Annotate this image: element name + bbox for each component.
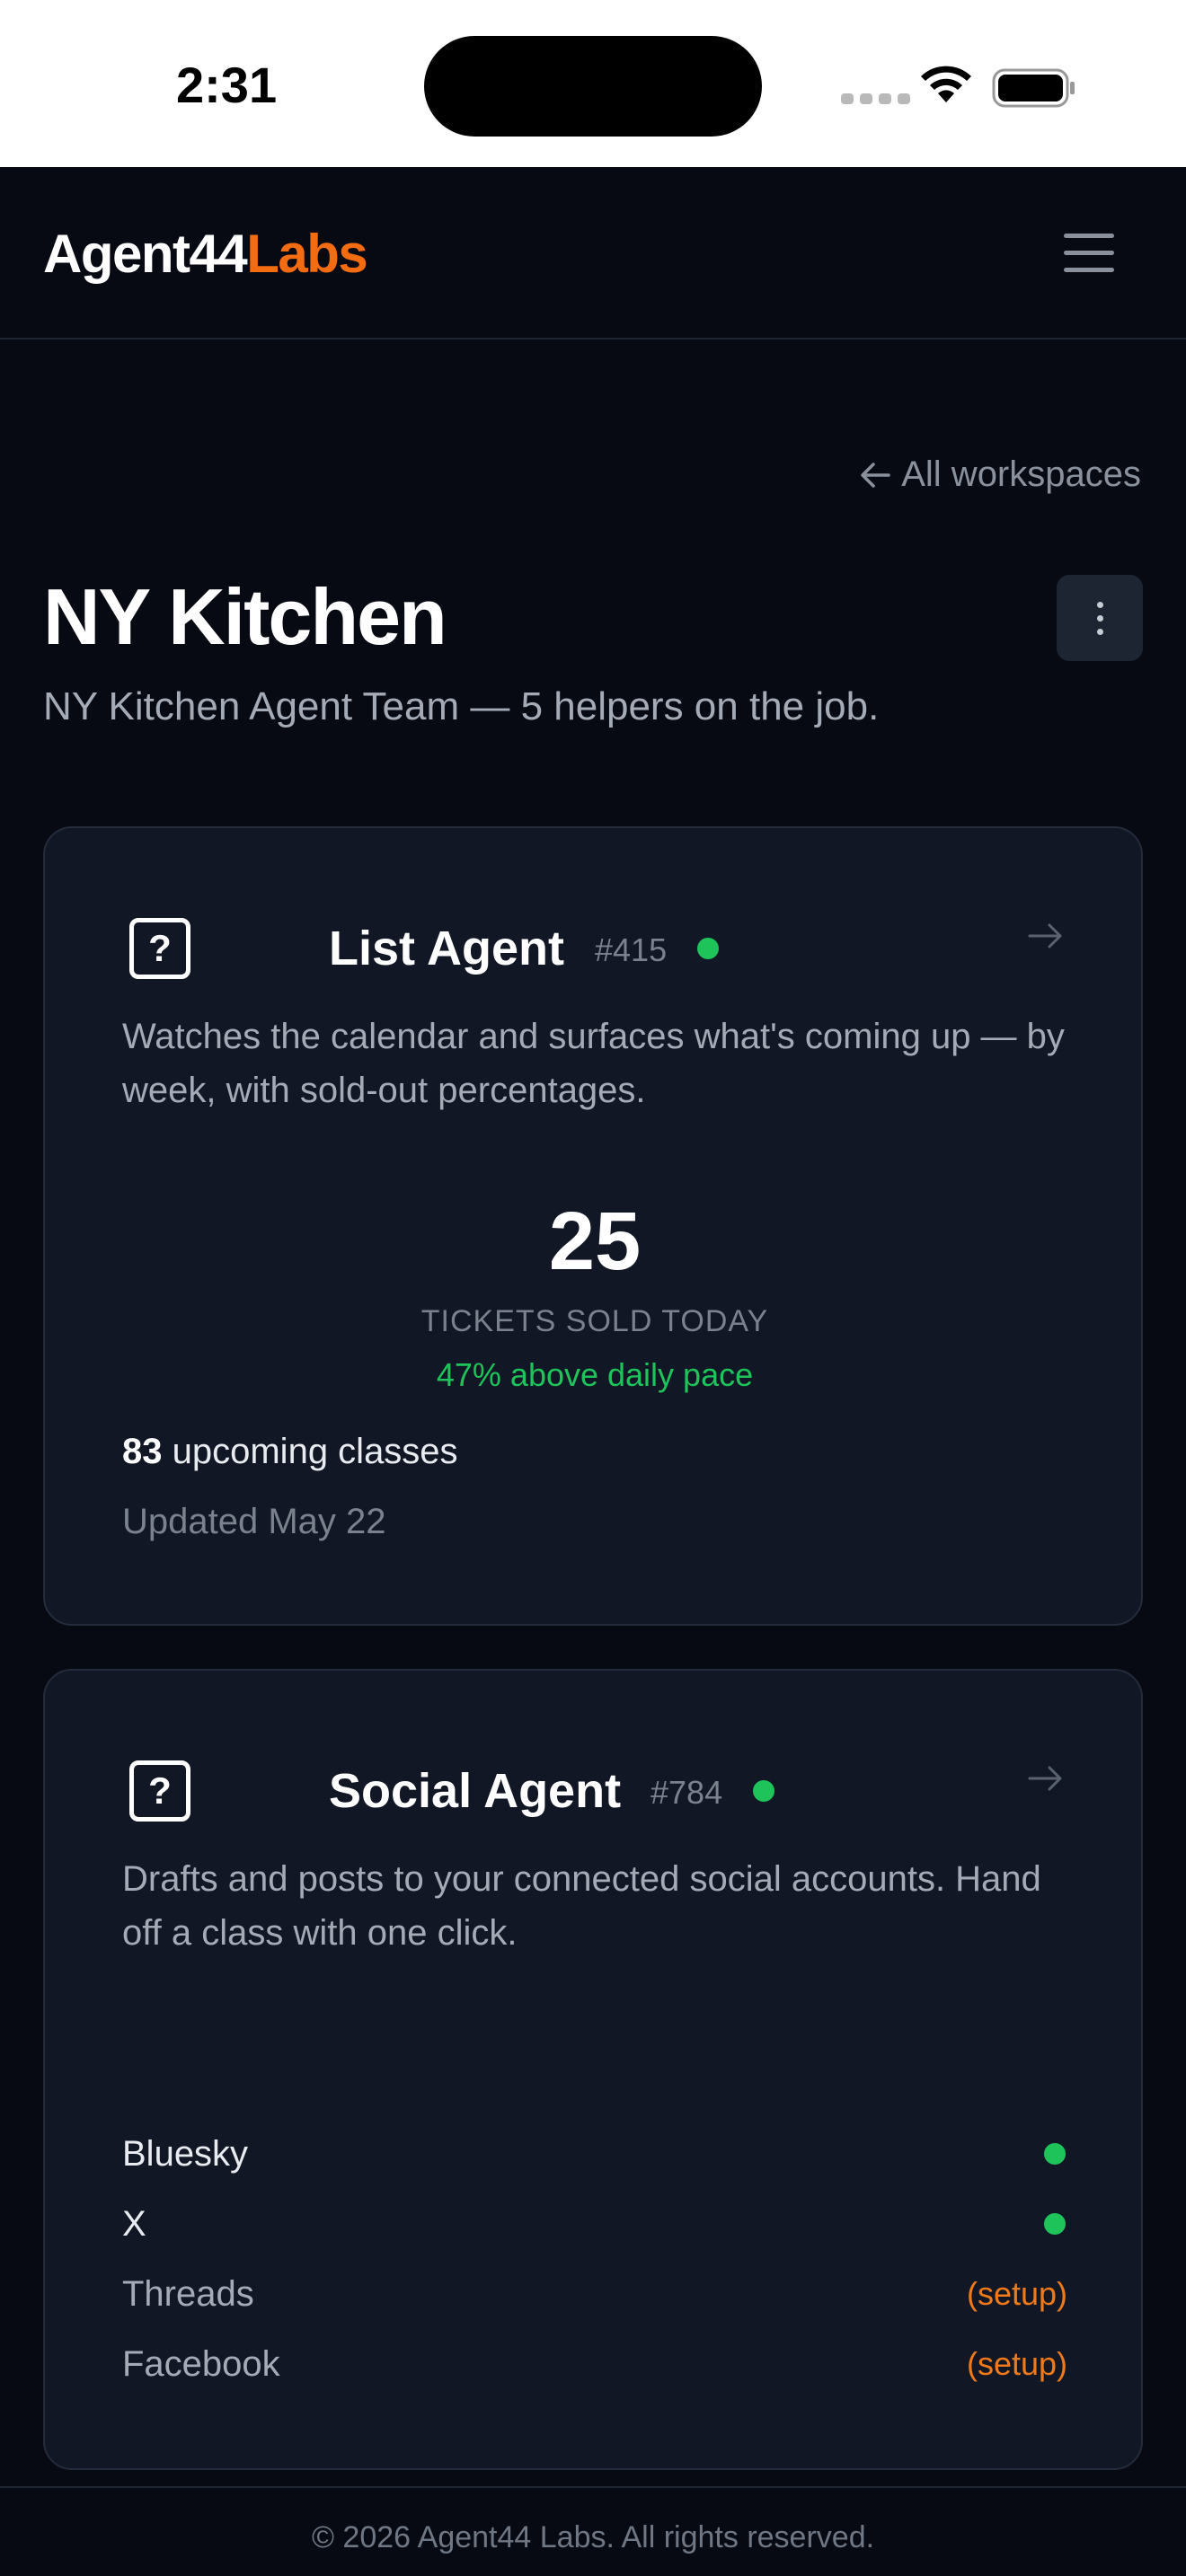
agent-card-social[interactable]: ? Social Agent #784 Drafts and posts to … <box>43 1669 1143 2470</box>
dynamic-island <box>424 36 762 137</box>
social-account-row[interactable]: X <box>122 2199 1067 2249</box>
stat-value: 25 <box>548 1195 642 1287</box>
status-bar: 2:31 <box>0 0 1186 167</box>
arrow-right-icon[interactable] <box>1028 918 1064 958</box>
more-options-button[interactable] <box>1057 575 1143 661</box>
brand-name-part1: Agent44 <box>43 224 248 284</box>
page-title: NY Kitchen <box>43 572 447 661</box>
social-account-name: Bluesky <box>122 2133 249 2174</box>
agent-name: List Agent <box>329 922 564 975</box>
stat-delta: 47% above daily pace <box>436 1356 754 1393</box>
wifi-icon <box>921 66 971 102</box>
upcoming-label: upcoming classes <box>172 1432 458 1471</box>
social-account-name: Facebook <box>122 2343 280 2384</box>
social-account-row[interactable]: Bluesky <box>122 2129 1067 2179</box>
all-workspaces-label: All workspaces <box>901 454 1141 494</box>
arrow-left-icon <box>861 462 890 488</box>
setup-link[interactable]: (setup) <box>967 2275 1067 2313</box>
upcoming-count: 83 <box>122 1432 163 1471</box>
kebab-dot <box>1096 614 1103 622</box>
page-subtitle: NY Kitchen Agent Team — 5 helpers on the… <box>43 684 880 728</box>
question-mark-icon: ? <box>129 918 190 979</box>
social-account-row: Facebook (setup) <box>122 2339 1067 2389</box>
hamburger-menu-icon[interactable] <box>1064 234 1114 273</box>
agent-description: Drafts and posts to your connected socia… <box>122 1859 1041 1953</box>
top-navbar: Agent44Labs <box>0 167 1186 340</box>
battery-icon <box>992 68 1075 108</box>
question-mark-icon: ? <box>129 1760 190 1822</box>
kebab-dot <box>1096 628 1103 635</box>
stat-label: TICKETS SOLD TODAY <box>420 1304 769 1338</box>
status-time: 2:31 <box>176 57 278 113</box>
status-online-dot <box>753 1780 774 1802</box>
status-online-dot <box>697 938 719 959</box>
connected-dot <box>1044 2213 1066 2235</box>
updated-date: Updated May 22 <box>122 1502 386 1541</box>
setup-link[interactable]: (setup) <box>967 2345 1067 2383</box>
agent-card-list[interactable]: ? List Agent #415 Watches the calendar a… <box>43 826 1143 1626</box>
social-account-name: X <box>122 2203 146 2244</box>
kebab-dot <box>1096 601 1103 608</box>
agent-name: Social Agent <box>329 1764 622 1818</box>
footer-copyright: © 2026 Agent44 Labs. All rights reserved… <box>0 2486 1186 2576</box>
agent-description: Watches the calendar and surfaces what's… <box>122 1017 1065 1110</box>
social-account-row: Threads (setup) <box>122 2269 1067 2319</box>
arrow-right-icon[interactable] <box>1028 1760 1064 1801</box>
social-account-name: Threads <box>122 2273 254 2314</box>
all-workspaces-link[interactable]: All workspaces <box>860 454 1141 495</box>
agent-number: #415 <box>595 931 668 968</box>
upcoming-classes: 83 upcoming classes <box>122 1432 458 1472</box>
brand-logo[interactable]: Agent44Labs <box>43 223 368 285</box>
agent-number: #784 <box>651 1774 723 1811</box>
connected-dot <box>1044 2143 1066 2165</box>
brand-name-part2: Labs <box>246 224 368 284</box>
cellular-signal-icon <box>841 93 910 104</box>
